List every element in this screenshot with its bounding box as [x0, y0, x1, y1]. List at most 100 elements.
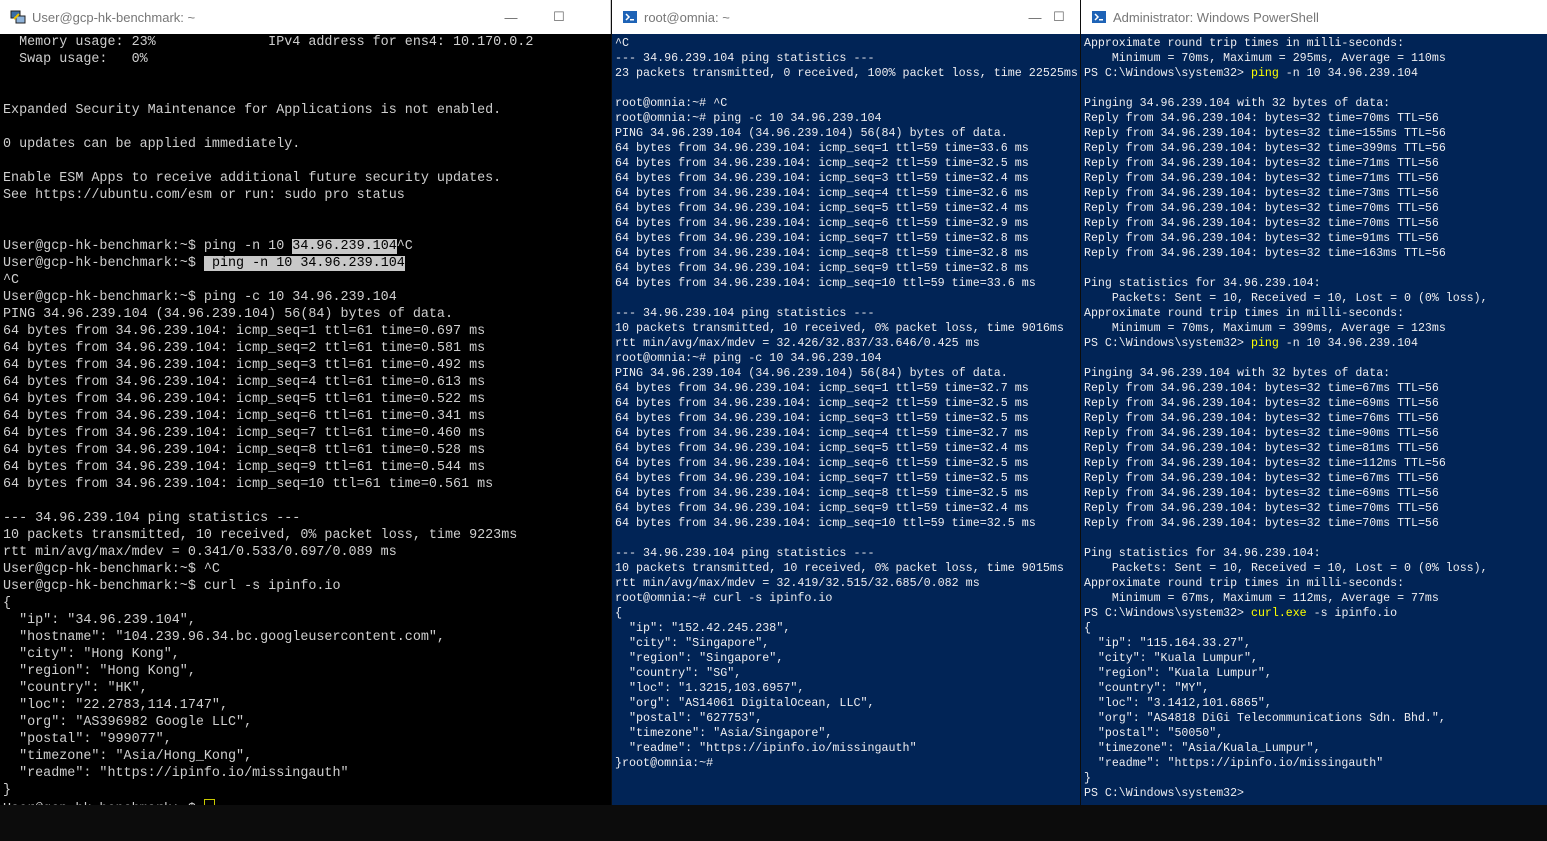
line-text-tail: ^C	[396, 239, 413, 254]
terminal-line: --- 34.96.239.104 ping statistics ---	[615, 306, 1080, 321]
selected-text: 34.96.239.104	[292, 239, 397, 254]
line-text: 64 bytes from 34.96.239.104: icmp_seq=9 …	[3, 460, 486, 475]
line-text: 64 bytes from 34.96.239.104: icmp_seq=8 …	[615, 246, 1029, 260]
terminal-line: User@gcp-hk-benchmark:~$ ping -n 10 34.9…	[3, 255, 611, 272]
terminal-line: Reply from 34.96.239.104: bytes=32 time=…	[1084, 426, 1547, 441]
terminal-line: "timezone": "Asia/Hong_Kong",	[3, 748, 611, 765]
terminal-window-omnia[interactable]: root@omnia: ~ — ☐ ^C --- 34.96.239.104 pi…	[612, 0, 1080, 805]
title-bar[interactable]: Administrator: Windows PowerShell	[1081, 0, 1547, 34]
terminal-line: Reply from 34.96.239.104: bytes=32 time=…	[1084, 171, 1547, 186]
terminal-line: 64 bytes from 34.96.239.104: icmp_seq=9 …	[615, 501, 1080, 516]
line-text: "postal": "999077",	[3, 732, 172, 747]
terminal-line: {	[3, 595, 611, 612]
line-text: 64 bytes from 34.96.239.104: icmp_seq=1 …	[615, 381, 1029, 395]
terminal-output[interactable]: ^C --- 34.96.239.104 ping statistics --- 2…	[612, 34, 1080, 805]
terminal-line: Reply from 34.96.239.104: bytes=32 time=…	[1084, 456, 1547, 471]
line-text: Ping statistics for 34.96.239.104:	[1084, 277, 1321, 290]
terminal-line: 64 bytes from 34.96.239.104: icmp_seq=8 …	[615, 246, 1080, 261]
terminal-line: 64 bytes from 34.96.239.104: icmp_seq=6 …	[615, 216, 1080, 231]
title-bar[interactable]: root@omnia: ~ — ☐	[612, 0, 1080, 34]
line-text: Reply from 34.96.239.104: bytes=32 time=…	[1084, 157, 1439, 170]
line-text: 64 bytes from 34.96.239.104: icmp_seq=6 …	[615, 216, 1029, 230]
terminal-line: 64 bytes from 34.96.239.104: icmp_seq=1 …	[3, 323, 611, 340]
terminal-line: Reply from 34.96.239.104: bytes=32 time=…	[1084, 501, 1547, 516]
terminal-window-gcp[interactable]: User@gcp-hk-benchmark: ~ — ☐ Memory usag…	[0, 0, 611, 805]
line-text: --- 34.96.239.104 ping statistics ---	[615, 51, 875, 65]
line-text: "timezone": "Asia/Hong_Kong",	[3, 749, 253, 764]
terminal-line: Reply from 34.96.239.104: bytes=32 time=…	[1084, 201, 1547, 216]
terminal-line: Pinging 34.96.239.104 with 32 bytes of d…	[1084, 366, 1547, 381]
terminal-line: Packets: Sent = 10, Received = 10, Lost …	[1084, 561, 1547, 576]
selected-text: ping -n 10 34.96.239.104	[203, 256, 405, 271]
line-text: 64 bytes from 34.96.239.104: icmp_seq=3 …	[615, 171, 1029, 185]
terminal-output[interactable]: Memory usage: 23% IPv4 address for ens4:…	[0, 34, 611, 805]
line-text: Swap usage: 0%	[3, 52, 148, 67]
terminal-line: Ping statistics for 34.96.239.104:	[1084, 546, 1547, 561]
line-text: "loc": "3.1412,101.6865",	[1084, 697, 1272, 710]
line-text: Reply from 34.96.239.104: bytes=32 time=…	[1084, 112, 1439, 125]
terminal-line: root@omnia:~# ping -c 10 34.96.239.104	[615, 351, 1080, 366]
line-text: "region": "Hong Kong",	[3, 664, 196, 679]
terminal-line: Packets: Sent = 10, Received = 10, Lost …	[1084, 291, 1547, 306]
line-text: Reply from 34.96.239.104: bytes=32 time=…	[1084, 217, 1439, 230]
terminal-line: Reply from 34.96.239.104: bytes=32 time=…	[1084, 471, 1547, 486]
terminal-line: 64 bytes from 34.96.239.104: icmp_seq=10…	[615, 516, 1080, 531]
line-text: 64 bytes from 34.96.239.104: icmp_seq=1 …	[615, 141, 1029, 155]
line-text: 23 packets transmitted, 0 received, 100%…	[615, 66, 1078, 80]
terminal-line: "ip": "115.164.33.27",	[1084, 636, 1547, 651]
terminal-line: 64 bytes from 34.96.239.104: icmp_seq=4 …	[615, 186, 1080, 201]
command-name: ping	[1250, 67, 1279, 80]
line-text: }root@omnia:~#	[615, 756, 714, 770]
terminal-line: --- 34.96.239.104 ping statistics ---	[3, 510, 611, 527]
terminal-line: "postal": "999077",	[3, 731, 611, 748]
terminal-line: 64 bytes from 34.96.239.104: icmp_seq=4 …	[615, 426, 1080, 441]
line-text: Reply from 34.96.239.104: bytes=32 time=…	[1084, 472, 1439, 485]
terminal-line: "ip": "152.42.245.238",	[615, 621, 1080, 636]
line-text: Reply from 34.96.239.104: bytes=32 time=…	[1084, 397, 1439, 410]
title-bar[interactable]: User@gcp-hk-benchmark: ~ — ☐	[0, 0, 611, 34]
line-text: 64 bytes from 34.96.239.104: icmp_seq=8 …	[3, 443, 486, 458]
line-text: 64 bytes from 34.96.239.104: icmp_seq=3 …	[615, 411, 1029, 425]
line-text: "timezone": "Asia/Kuala_Lumpur",	[1084, 742, 1321, 755]
terminal-line: Ping statistics for 34.96.239.104:	[1084, 276, 1547, 291]
line-text: "readme": "https://ipinfo.io/missingauth…	[1084, 757, 1384, 770]
line-text: Reply from 34.96.239.104: bytes=32 time=…	[1084, 487, 1439, 500]
line-text: "org": "AS14061 DigitalOcean, LLC",	[615, 696, 875, 710]
terminal-line: Minimum = 70ms, Maximum = 399ms, Average…	[1084, 321, 1547, 336]
terminal-line: Approximate round trip times in milli-se…	[1084, 36, 1547, 51]
line-text: 0 updates can be applied immediately.	[3, 137, 301, 152]
terminal-line: Memory usage: 23% IPv4 address for ens4:…	[3, 34, 611, 51]
line-text: "city": "Kuala Lumpur",	[1084, 652, 1258, 665]
line-text: rtt min/avg/max/mdev = 32.419/32.515/32.…	[615, 576, 980, 590]
maximize-button[interactable]: ☐	[536, 0, 582, 34]
line-text: "country": "HK",	[3, 681, 148, 696]
line-text: PS C:\Windows\system32>	[1084, 337, 1251, 350]
line-text: ^C	[615, 36, 630, 50]
terminal-line: User@gcp-hk-benchmark:~$ ping -n 10 34.9…	[3, 238, 611, 255]
terminal-line: Minimum = 70ms, Maximum = 295ms, Average…	[1084, 51, 1547, 66]
line-text: "timezone": "Asia/Singapore",	[615, 726, 833, 740]
terminal-line: Reply from 34.96.239.104: bytes=32 time=…	[1084, 156, 1547, 171]
line-text: 64 bytes from 34.96.239.104: icmp_seq=5 …	[3, 392, 486, 407]
powershell-window[interactable]: Administrator: Windows PowerShell Approx…	[1081, 0, 1547, 805]
line-text: 64 bytes from 34.96.239.104: icmp_seq=5 …	[615, 441, 1029, 455]
line-text-tail: -n 10 34.96.239.104	[1278, 337, 1418, 350]
line-text: 64 bytes from 34.96.239.104: icmp_seq=7 …	[615, 471, 1029, 485]
terminal-line: 64 bytes from 34.96.239.104: icmp_seq=3 …	[3, 357, 611, 374]
terminal-line: PS C:\Windows\system32> ping -n 10 34.96…	[1084, 336, 1547, 351]
terminal-line: 64 bytes from 34.96.239.104: icmp_seq=5 …	[615, 441, 1080, 456]
line-text: PS C:\Windows\system32>	[1084, 787, 1245, 800]
minimize-button[interactable]: —	[488, 0, 534, 34]
terminal-output[interactable]: Approximate round trip times in milli-se…	[1081, 34, 1547, 805]
line-text: 64 bytes from 34.96.239.104: icmp_seq=10…	[615, 516, 1036, 530]
maximize-button[interactable]: ☐	[1036, 0, 1080, 34]
terminal-line: rtt min/avg/max/mdev = 32.419/32.515/32.…	[615, 576, 1080, 591]
line-text: Reply from 34.96.239.104: bytes=32 time=…	[1084, 427, 1439, 440]
terminal-line: "region": "Singapore",	[615, 651, 1080, 666]
terminal-line: Enable ESM Apps to receive additional fu…	[3, 170, 611, 187]
line-text: 64 bytes from 34.96.239.104: icmp_seq=10…	[3, 477, 494, 492]
